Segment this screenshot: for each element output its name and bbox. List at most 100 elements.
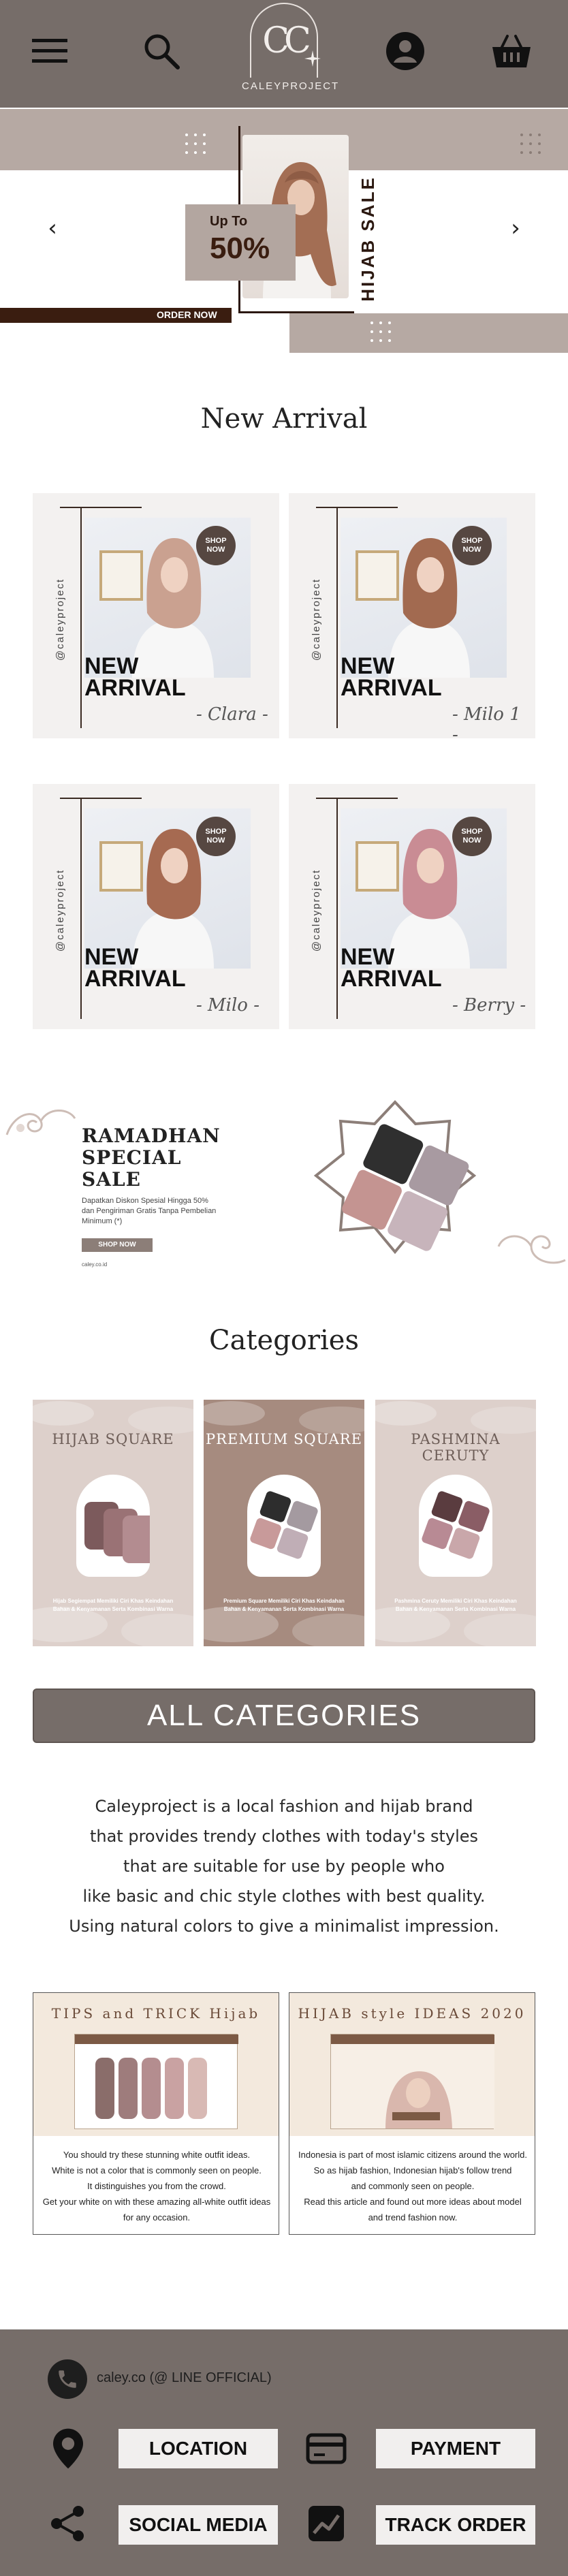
ramadhan-title-line: RAMADHAN — [82, 1125, 221, 1147]
article-screen-image — [74, 2034, 238, 2129]
product-name: - Milo 1 - — [452, 704, 521, 738]
ornament-icon — [497, 1235, 566, 1264]
search-icon[interactable] — [138, 27, 185, 75]
shop-badge-line: SHOP — [205, 828, 227, 836]
category-image — [76, 1475, 150, 1577]
trend-chart-icon[interactable] — [304, 2502, 349, 2545]
category-image — [247, 1475, 321, 1577]
article-line: Get your white on with these amazing all… — [42, 2197, 271, 2207]
about-line: Caleyproject is a local fashion and hija… — [95, 1797, 473, 1816]
new-arrival-label: NEW ARRIVAL — [84, 653, 186, 701]
logo-text: CALEYPROJECT — [242, 80, 340, 92]
card-handle-text: @caleyproject — [54, 868, 67, 952]
new-arrival-line: NEW — [341, 653, 395, 679]
category-description: Pashmina Ceruty Memiliki Ciri Khas Keind… — [394, 1598, 517, 1612]
user-icon[interactable] — [381, 27, 429, 75]
about-text: Caleyproject is a local fashion and hija… — [41, 1791, 527, 1941]
category-description: Premium Square Memiliki Ciri Khas Keinda… — [223, 1598, 345, 1612]
article-thumb-title: HIJAB style IDEAS 2020 — [298, 2005, 526, 2022]
article-line: and commonly seen on people. — [351, 2181, 475, 2191]
menu-icon[interactable] — [26, 27, 74, 75]
new-arrival-card[interactable]: @caleyproject SHOP NOW NEW ARRIVAL - Clara - — [33, 493, 279, 738]
basket-icon[interactable] — [488, 27, 535, 75]
share-icon[interactable] — [46, 2502, 89, 2545]
article-card[interactable]: TIPS and TRICK Hijab You should try thes… — [33, 1992, 279, 2235]
article-thumbnail: TIPS and TRICK Hijab — [33, 1993, 279, 2136]
new-arrival-line: ARRIVAL — [84, 675, 186, 701]
line-official-contact[interactable]: caley.co (@ LINE OFFICIAL) — [97, 2370, 272, 2386]
new-arrival-label: NEW ARRIVAL — [341, 653, 442, 700]
hero-banner[interactable]: ORDER NOW Up To 50% HIJAB SALE ‹ › — [0, 109, 568, 353]
ramadhan-product-image — [313, 1100, 477, 1255]
shop-now-badge[interactable]: SHOP NOW — [196, 817, 236, 856]
hero-next-arrow[interactable]: › — [499, 211, 533, 245]
shop-now-badge[interactable]: SHOP NOW — [452, 526, 492, 565]
article-screen-image — [330, 2034, 494, 2129]
all-categories-button[interactable]: ALL CATEGORIES — [33, 1688, 535, 1743]
ornament-icon — [5, 1110, 76, 1135]
ramadhan-banner[interactable]: RAMADHAN SPECIAL SALE Dapatkan Diskon Sp… — [0, 1083, 568, 1287]
about-line: like basic and chic style clothes with b… — [82, 1887, 486, 1906]
article-thumb-title: TIPS and TRICK Hijab — [51, 2005, 261, 2022]
credit-card-icon[interactable] — [304, 2429, 349, 2468]
new-arrival-label: NEW ARRIVAL — [84, 944, 186, 992]
category-description: Hijab Segiempat Memiliki Ciri Khas Keind… — [52, 1598, 174, 1612]
card-handle-text: @caleyproject — [311, 578, 323, 661]
brand-logo[interactable]: CC CALEYPROJECT — [242, 3, 340, 105]
ramadhan-title-line: SPECIAL — [82, 1146, 182, 1169]
new-arrival-line: ARRIVAL — [84, 966, 186, 992]
category-card[interactable]: PREMIUM SQUARE Premium Square Memiliki Ci… — [204, 1400, 364, 1646]
article-line: So as hijab fashion, Indonesian hijab's … — [313, 2165, 512, 2176]
card-side-handle: @caleyproject — [50, 859, 71, 961]
new-arrival-title: New Arrival — [200, 403, 368, 435]
shop-badge-line: SHOP — [461, 537, 483, 545]
product-name: - Milo - — [196, 995, 260, 1016]
card-handle-text: @caleyproject — [54, 578, 67, 661]
shop-now-badge[interactable]: SHOP NOW — [452, 817, 492, 856]
order-now-link[interactable]: ORDER NOW — [157, 309, 217, 320]
ramadhan-title-line: SALE — [82, 1168, 141, 1191]
sale-upto: Up To — [210, 214, 248, 229]
category-card[interactable]: HIJAB SQUARE Hijab Segiempat Memiliki Cir… — [33, 1400, 193, 1646]
category-name: HIJAB SQUARE — [52, 1431, 174, 1447]
hero-prev-arrow[interactable]: ‹ — [35, 211, 69, 245]
about-line: that are suitable for use by people who — [123, 1857, 445, 1876]
track-order-button[interactable]: TRACK ORDER — [376, 2505, 535, 2545]
shop-badge-line: NOW — [462, 546, 482, 554]
social-media-button[interactable]: SOCIAL MEDIA — [119, 2505, 278, 2545]
card-side-handle: @caleyproject — [306, 859, 327, 961]
product-name: - Berry - — [452, 995, 526, 1016]
dot-pattern — [520, 133, 543, 157]
categories-title: Categories — [209, 1325, 359, 1356]
new-arrival-card[interactable]: @caleyproject SHOP NOW NEW ARRIVAL - Milo 1 - — [289, 493, 535, 738]
payment-button[interactable]: PAYMENT — [376, 2429, 535, 2468]
new-arrival-card[interactable]: @caleyproject SHOP NOW NEW ARRIVAL - Berry - — [289, 784, 535, 1029]
article-card[interactable]: HIJAB style IDEAS 2020 Indonesia is part… — [289, 1992, 535, 2235]
article-line: It distinguishes you from the crowd. — [87, 2181, 226, 2191]
product-name: - Clara - — [196, 704, 268, 725]
category-name: PASHMINA CERUTY — [411, 1431, 501, 1464]
category-card[interactable]: PASHMINA CERUTY Pashmina Ceruty Memiliki … — [375, 1400, 536, 1646]
article-line: You should try these stunning white outf… — [63, 2150, 251, 2160]
shop-badge-line: NOW — [206, 836, 225, 845]
hijab-sale-label: HIJAB SALE — [357, 175, 378, 302]
shop-now-badge[interactable]: SHOP NOW — [196, 526, 236, 565]
category-name: PREMIUM SQUARE — [206, 1431, 362, 1447]
new-arrival-line: NEW — [84, 944, 139, 970]
location-button[interactable]: LOCATION — [119, 2429, 278, 2468]
ramadhan-subtitle: Dapatkan Diskon Spesial Hingga 50% dan P… — [82, 1197, 217, 1225]
shop-badge-line: NOW — [206, 546, 225, 554]
new-arrival-card[interactable]: @caleyproject SHOP NOW NEW ARRIVAL - Milo - — [33, 784, 279, 1029]
sale-box: Up To 50% — [185, 204, 296, 281]
ramadhan-shop-button[interactable]: SHOP NOW — [82, 1238, 153, 1252]
article-text: Indonesia is part of most islamic citize… — [295, 2147, 531, 2225]
new-arrival-line: NEW — [84, 653, 139, 679]
category-image — [419, 1475, 492, 1577]
article-line: for any occasion. — [123, 2212, 191, 2222]
dot-pattern — [370, 321, 394, 345]
article-text: You should try these stunning white outf… — [39, 2147, 274, 2225]
location-icon[interactable] — [48, 2425, 89, 2472]
hero-backdrop-bottom — [289, 313, 568, 353]
phone-icon[interactable] — [48, 2359, 87, 2399]
about-line: Using natural colors to give a minimalis… — [69, 1917, 499, 1936]
